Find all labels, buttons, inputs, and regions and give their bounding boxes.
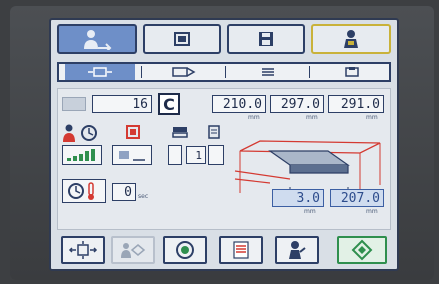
start-diamond-icon — [351, 239, 373, 261]
position-button[interactable] — [61, 236, 105, 264]
paper-stack-icon — [172, 127, 188, 138]
offset-b-unit: mm — [366, 208, 378, 215]
align-button[interactable] — [111, 236, 155, 264]
crosshair-arrows-icon — [68, 241, 98, 259]
person-hand-icon — [289, 241, 306, 259]
cassette-icon — [345, 67, 359, 77]
mode-c-button[interactable]: C — [158, 93, 180, 115]
length-unit: mm — [306, 114, 318, 121]
service-tab[interactable] — [311, 24, 391, 54]
stack-icon — [262, 68, 274, 76]
signal-bars-icon — [67, 149, 95, 161]
operator-align-icon — [121, 243, 146, 258]
operator-icon — [84, 30, 112, 50]
target-icon — [176, 241, 194, 259]
service-person-icon — [344, 30, 358, 48]
height-unit: mm — [366, 114, 378, 121]
operator-clock-icon — [63, 124, 97, 142]
sheet-counter-icon — [62, 97, 86, 111]
operator-tab[interactable] — [57, 24, 137, 54]
save-tab[interactable] — [227, 24, 305, 54]
tray-selector-box[interactable] — [112, 145, 152, 165]
sub-tab-bar — [57, 62, 391, 82]
settings-panel: 16 C 210.0 mm 297.0 mm 291.0 mm 1 0 sec … — [57, 88, 391, 230]
subtab-paper-feed[interactable] — [65, 64, 135, 80]
subtab-separator — [141, 66, 142, 78]
subtab-stack[interactable] — [233, 64, 303, 80]
paper-feed-icon — [88, 67, 112, 77]
subtab-separator — [225, 66, 226, 78]
document-icon — [208, 125, 220, 139]
width-field[interactable]: 210.0 — [212, 95, 266, 113]
document-toggle[interactable] — [208, 145, 224, 165]
red-tray-icon — [126, 125, 140, 139]
width-unit: mm — [248, 114, 260, 121]
small-value-field[interactable]: 1 — [186, 146, 206, 164]
subtab-separator — [309, 66, 310, 78]
sheet-counter-field[interactable]: 16 — [92, 95, 152, 113]
subtab-cassette[interactable] — [317, 64, 387, 80]
output-tray-icon — [172, 67, 196, 77]
timer-unit: sec — [138, 193, 149, 200]
copy-tab[interactable] — [143, 24, 221, 54]
touch-screen: 16 C 210.0 mm 297.0 mm 291.0 mm 1 0 sec … — [49, 18, 399, 271]
timer-thermometer-icon — [68, 182, 94, 200]
offset-a-field[interactable]: 3.0 — [272, 189, 324, 207]
list-red-icon — [233, 241, 249, 259]
subtab-output[interactable] — [149, 64, 219, 80]
help-button[interactable] — [275, 236, 319, 264]
tray-selector-icon — [119, 151, 145, 161]
height-field[interactable]: 291.0 — [328, 95, 384, 113]
offset-b-field[interactable]: 207.0 — [330, 189, 384, 207]
offset-a-unit: mm — [304, 208, 316, 215]
copy-icon — [174, 32, 190, 46]
speed-level-indicator[interactable] — [62, 145, 102, 165]
floppy-disk-icon — [259, 32, 273, 46]
small-toggle[interactable] — [168, 145, 182, 165]
target-button[interactable] — [163, 236, 207, 264]
start-button[interactable] — [337, 236, 387, 264]
list-button[interactable] — [219, 236, 263, 264]
timer-field[interactable]: 0 — [112, 183, 136, 201]
length-field[interactable]: 297.0 — [270, 95, 324, 113]
timer-temp-button[interactable] — [62, 179, 106, 203]
